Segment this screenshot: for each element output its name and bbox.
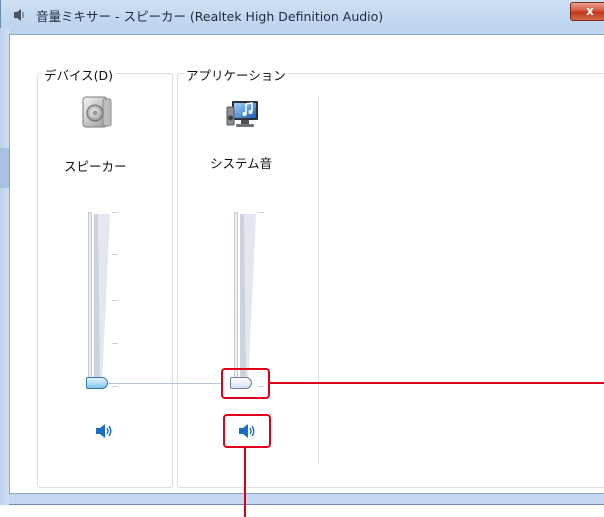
border-grip: [0, 148, 9, 188]
below-window-area: [0, 505, 604, 517]
application-column-divider: [318, 96, 319, 464]
application-level-meter: [240, 214, 256, 384]
speaker-title-icon: [14, 9, 24, 21]
close-button[interactable]: x: [570, 2, 604, 21]
device-volume-thumb[interactable]: [86, 377, 108, 389]
device-tick: [112, 386, 118, 387]
system-sounds-icon[interactable]: [226, 97, 262, 131]
device-group-label: デバイス(D): [42, 65, 116, 84]
thumb-callout-line: [270, 382, 604, 384]
device-tick: [112, 254, 118, 255]
device-tick: [112, 343, 118, 344]
device-tick: [112, 212, 118, 213]
device-tick: [112, 300, 118, 301]
volume-link-line: [108, 383, 222, 384]
application-tick: [258, 212, 264, 213]
window-title: 音量ミキサー - スピーカー (Realtek High Definition …: [36, 9, 384, 24]
speaker-device-icon[interactable]: [81, 96, 115, 130]
mute-callout-line-tail: [244, 505, 246, 517]
application-volume-track[interactable]: [234, 212, 238, 387]
device-mute-button[interactable]: [95, 423, 113, 439]
device-volume-track[interactable]: [88, 212, 92, 387]
close-icon: x: [586, 4, 594, 18]
application-name: システム音: [210, 156, 273, 171]
window-left-border: [0, 28, 9, 505]
device-level-meter: [94, 214, 110, 384]
thumb-callout-box: [221, 368, 270, 399]
application-group-label: アプリケーション: [184, 65, 288, 84]
title-bar[interactable]: 音量ミキサー - スピーカー (Realtek High Definition …: [1, 0, 604, 28]
mute-callout-box: [223, 414, 271, 448]
device-name: スピーカー: [64, 159, 127, 174]
